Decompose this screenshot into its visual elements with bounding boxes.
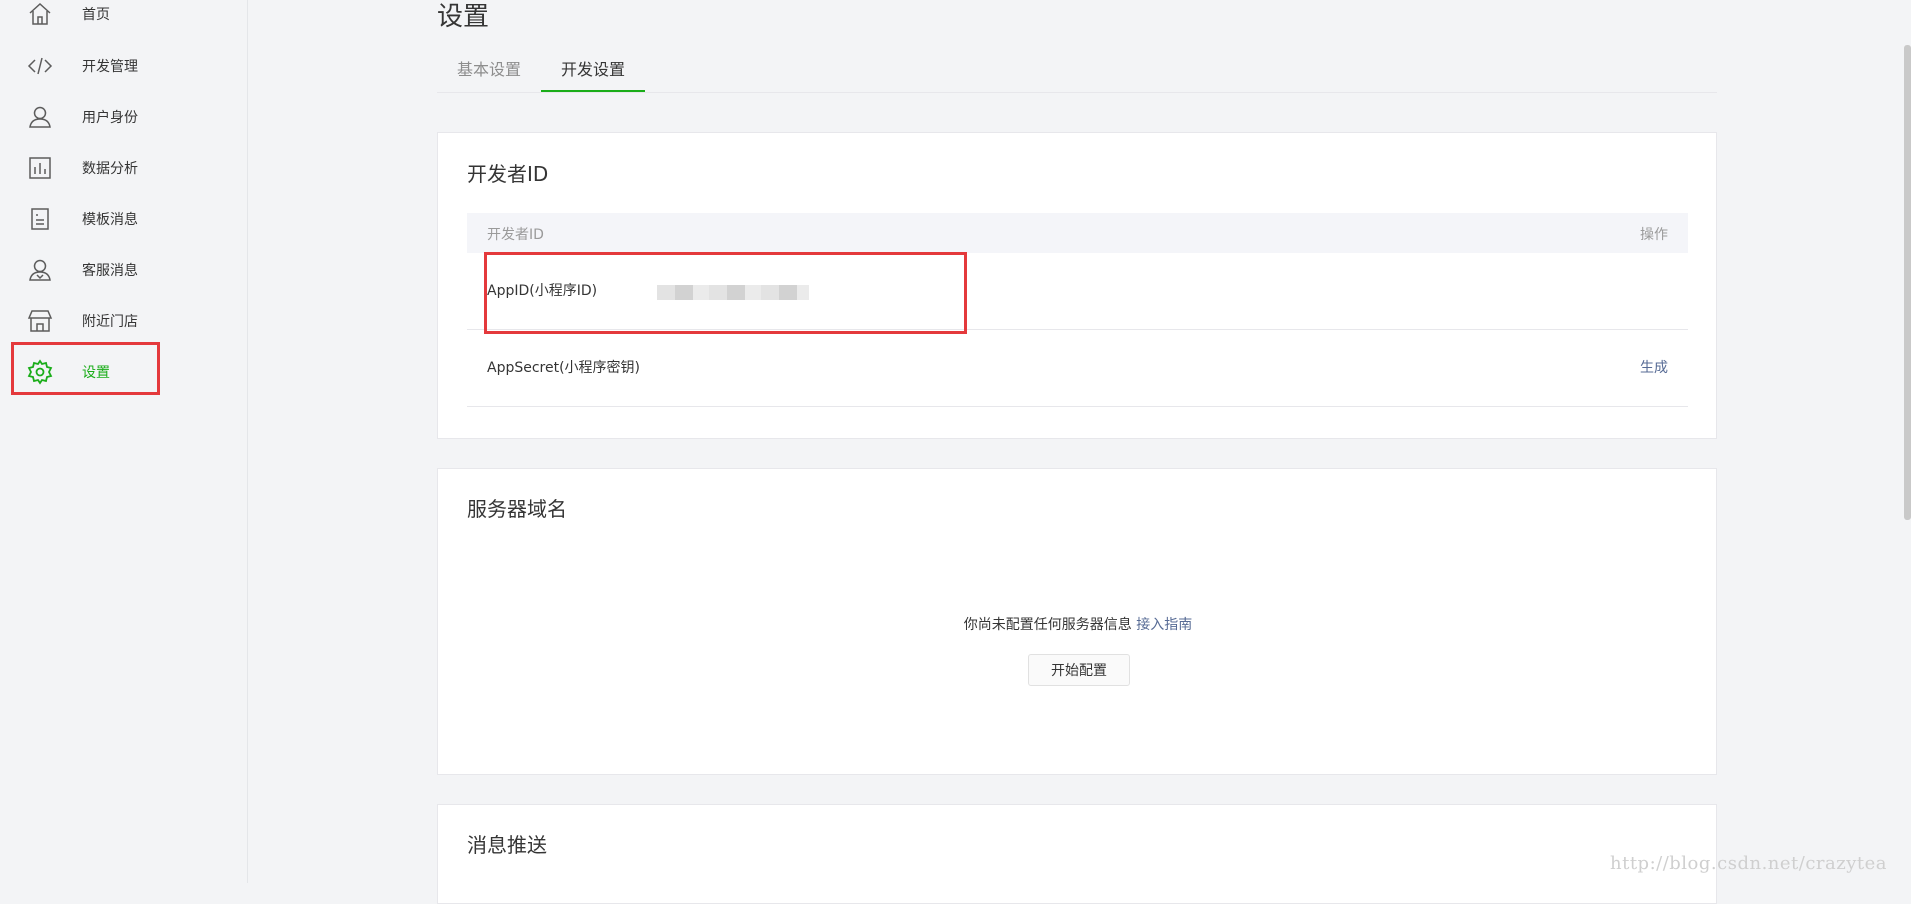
chart-icon — [26, 154, 54, 182]
sidebar-item-nearby-store[interactable]: 附近门店 — [0, 301, 247, 341]
appid-highlight-box — [484, 252, 967, 334]
message-push-title: 消息推送 — [467, 833, 547, 857]
sidebar-item-home[interactable]: 首页 — [0, 0, 247, 34]
page-title: 设置 — [437, 2, 490, 32]
developer-id-card: 开发者ID 开发者ID 操作 AppID(小程序ID) AppSecret(小程… — [437, 132, 1717, 439]
guide-link[interactable]: 接入指南 — [1136, 617, 1192, 633]
store-icon — [26, 307, 54, 335]
appsecret-label: AppSecret(小程序密钥) — [487, 360, 641, 376]
scrollbar[interactable] — [1904, 45, 1911, 520]
empty-text: 你尚未配置任何服务器信息 — [963, 617, 1132, 633]
sidebar-item-label: 模板消息 — [82, 212, 138, 228]
tab-basic-settings[interactable]: 基本设置 — [437, 52, 541, 92]
server-domain-title: 服务器域名 — [467, 497, 567, 521]
sidebar-item-template-message[interactable]: 模板消息 — [0, 199, 247, 239]
header-developer-id: 开发者ID — [487, 227, 544, 243]
tab-dev-settings[interactable]: 开发设置 — [541, 52, 645, 92]
customer-service-icon — [26, 256, 54, 284]
sidebar-item-label: 用户身份 — [82, 110, 138, 126]
sidebar-item-label: 附近门店 — [82, 314, 138, 330]
developer-id-title: 开发者ID — [467, 162, 549, 186]
server-domain-card: 服务器域名 你尚未配置任何服务器信息 接入指南 开始配置 — [437, 468, 1717, 775]
settings-tabs: 基本设置 开发设置 — [437, 52, 1717, 93]
sidebar-item-label: 客服消息 — [82, 263, 138, 279]
document-icon — [26, 205, 54, 233]
generate-secret-link[interactable]: 生成 — [1640, 357, 1668, 377]
header-action: 操作 — [1640, 227, 1668, 243]
user-icon — [26, 103, 54, 131]
developer-id-table-header: 开发者ID 操作 — [467, 213, 1688, 253]
sidebar-item-label: 首页 — [82, 7, 110, 23]
message-push-card: 消息推送 — [437, 804, 1717, 904]
sidebar-item-label: 开发管理 — [82, 59, 138, 75]
table-row-appsecret: AppSecret(小程序密钥) 生成 — [467, 330, 1688, 407]
server-domain-empty-tip: 你尚未配置任何服务器信息 接入指南 — [438, 614, 1718, 634]
watermark: http://blog.csdn.net/crazytea — [1610, 853, 1888, 874]
sidebar-item-customer-message[interactable]: 客服消息 — [0, 250, 247, 290]
sidebar-item-dev-management[interactable]: 开发管理 — [0, 46, 247, 86]
home-icon — [26, 0, 54, 28]
sidebar: 首页 开发管理 用户身份 数据分析 模板消息 客服消息 附近门店 设置 — [0, 0, 248, 883]
code-icon — [26, 52, 54, 80]
sidebar-item-label: 数据分析 — [82, 161, 138, 177]
start-config-button[interactable]: 开始配置 — [1028, 654, 1130, 686]
settings-highlight-box — [11, 342, 160, 395]
sidebar-item-user-identity[interactable]: 用户身份 — [0, 97, 247, 137]
sidebar-item-data-analysis[interactable]: 数据分析 — [0, 148, 247, 188]
